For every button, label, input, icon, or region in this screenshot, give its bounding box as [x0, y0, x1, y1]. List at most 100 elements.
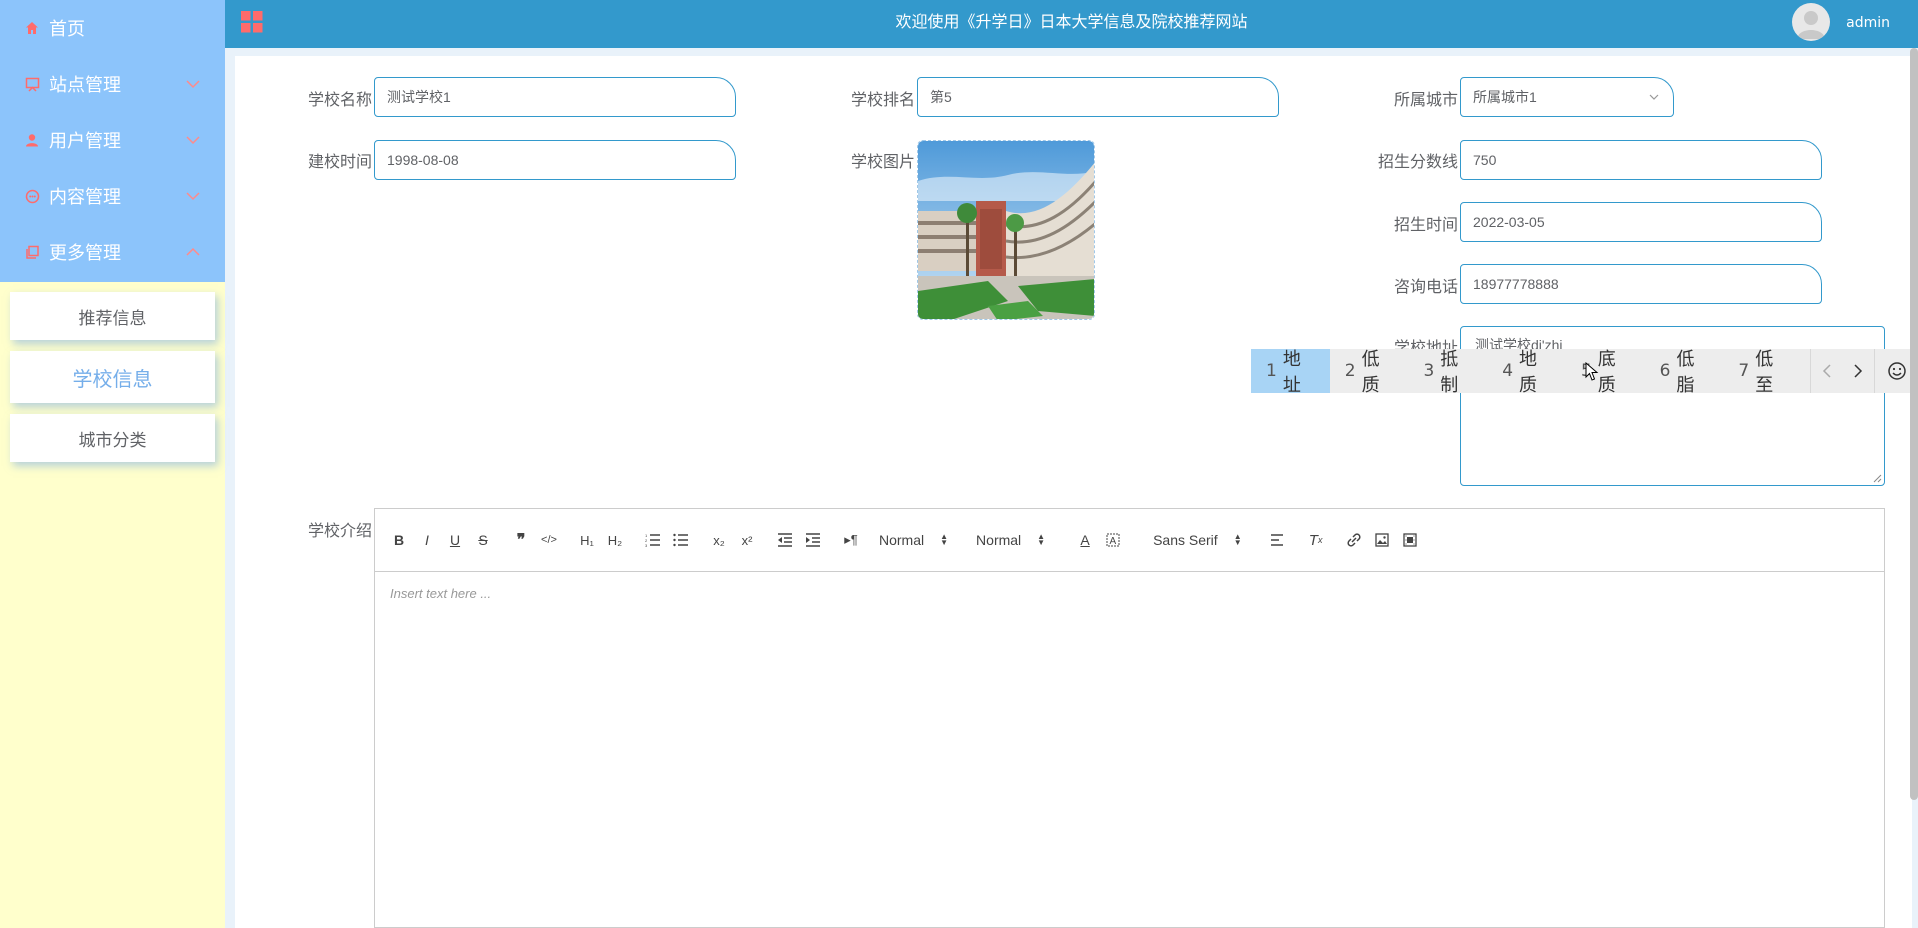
bold-icon[interactable]: B: [385, 528, 413, 552]
clear-format-icon[interactable]: Tx: [1302, 528, 1330, 552]
sidebar-item-label: 站点管理: [49, 75, 121, 96]
chevron-down-icon: [1649, 94, 1659, 100]
ime-candidate[interactable]: 7 低至: [1723, 349, 1802, 396]
sidebar-item-label: 内容管理: [49, 187, 121, 208]
home-icon: [24, 20, 40, 36]
submenu-item-city-category[interactable]: 城市分类: [10, 414, 215, 462]
ime-candidate-number: 7: [1738, 361, 1750, 381]
ime-candidate-text: 低至: [1755, 349, 1774, 396]
editor-content[interactable]: Insert text here ...: [375, 572, 1884, 615]
indent-icon[interactable]: [799, 528, 827, 552]
copy-icon: [24, 244, 40, 260]
submenu-more: 推荐信息 学校信息 城市分类: [0, 282, 225, 462]
resize-handle-icon[interactable]: [1872, 473, 1882, 483]
italic-icon[interactable]: I: [413, 528, 441, 552]
top-header: 欢迎使用《升学日》日本大学信息及院校推荐网站 admin: [225, 0, 1918, 48]
ime-candidate-text: 抵制: [1440, 349, 1459, 396]
mouse-cursor-icon: [1585, 362, 1599, 381]
code-block-icon[interactable]: </>: [535, 528, 563, 552]
ime-next-page-icon[interactable]: [1842, 349, 1874, 393]
blockquote-icon[interactable]: ❞: [507, 528, 535, 552]
background-color-icon[interactable]: A: [1099, 528, 1127, 552]
updown-icon: ▲ ▼: [940, 532, 949, 547]
font-select-value: Sans Serif: [1153, 532, 1218, 548]
school-photo: [918, 141, 1094, 319]
font-color-icon[interactable]: A: [1071, 528, 1099, 552]
ime-prev-page-icon[interactable]: [1810, 349, 1842, 393]
ime-candidate-number: 6: [1659, 361, 1671, 381]
city-select-value: 所属城市1: [1473, 89, 1537, 105]
phone-input[interactable]: 18977778888: [1460, 264, 1822, 304]
ime-candidate[interactable]: 5底质: [1566, 349, 1645, 396]
chevron-down-icon: [186, 80, 200, 89]
superscript-icon[interactable]: x²: [733, 528, 761, 552]
founded-date-input[interactable]: 1998-08-08: [374, 140, 736, 180]
align-icon[interactable]: [1264, 528, 1292, 552]
ime-candidate[interactable]: 4 地质: [1487, 349, 1566, 396]
underline-icon[interactable]: U: [441, 528, 469, 552]
school-image-upload[interactable]: [917, 140, 1095, 320]
heading2-icon[interactable]: H₂: [601, 528, 629, 552]
page-scrollbar[interactable]: [1910, 48, 1918, 800]
ime-candidate[interactable]: 6 低脂: [1645, 349, 1724, 396]
sidebar-item-label: 用户管理: [49, 131, 121, 152]
submenu-item-recommend[interactable]: 推荐信息: [10, 292, 215, 340]
submenu-item-school-info[interactable]: 学校信息: [10, 351, 215, 403]
score-line-label: 招生分数线: [1377, 152, 1458, 171]
updown-icon: ▲ ▼: [1233, 532, 1242, 547]
header-title: 欢迎使用《升学日》日本大学信息及院校推荐网站: [895, 12, 1248, 31]
avatar-user-icon: [1797, 11, 1825, 39]
ime-candidate[interactable]: 2 低质: [1330, 349, 1409, 396]
updown-icon: ▲ ▼: [1037, 532, 1046, 547]
ime-candidate[interactable]: 1 地址: [1251, 349, 1330, 396]
heading1-icon[interactable]: H₁: [573, 528, 601, 552]
sidebar-item-more[interactable]: 更多管理: [0, 224, 225, 280]
header-select-value: Normal: [879, 532, 925, 548]
sidebar-menu: 首页 站点管理 用户管理 内容管理 更多管理: [0, 0, 225, 282]
sidebar: 首页 站点管理 用户管理 内容管理 更多管理 推荐信息 学校信息 城市分类: [0, 0, 225, 928]
ime-candidate-number: 4: [1502, 361, 1514, 381]
score-line-input[interactable]: 750: [1460, 140, 1822, 180]
editor-toolbar: B I U S ❞ </> H₁ H₂ 123 x₂ x² ▸¶ Normal …: [375, 509, 1884, 572]
ime-candidate[interactable]: 3 抵制: [1408, 349, 1487, 396]
founded-label: 建校时间: [307, 152, 372, 171]
header-select[interactable]: Normal ▲ ▼: [879, 532, 948, 548]
ime-candidate-text: 低质: [1361, 349, 1380, 396]
sidebar-item-users[interactable]: 用户管理: [0, 112, 225, 168]
rich-text-editor: B I U S ❞ </> H₁ H₂ 123 x₂ x² ▸¶ Normal …: [374, 508, 1885, 928]
sidebar-item-label: 更多管理: [49, 243, 121, 264]
school-rank-label: 学校排名: [850, 90, 915, 109]
subscript-icon[interactable]: x₂: [705, 528, 733, 552]
size-select[interactable]: Normal ▲ ▼: [976, 532, 1045, 548]
link-icon[interactable]: [1340, 528, 1368, 552]
image-icon[interactable]: [1368, 528, 1396, 552]
chevron-down-icon: [186, 192, 200, 201]
phone-label: 咨询电话: [1393, 277, 1458, 296]
ime-candidate-text: 地址: [1282, 349, 1301, 396]
ordered-list-icon[interactable]: 123: [639, 528, 667, 552]
ime-candidate-number: 1: [1266, 361, 1277, 381]
strike-icon[interactable]: S: [469, 528, 497, 552]
school-name-input[interactable]: 测试学校1: [374, 77, 736, 117]
sidebar-item-content[interactable]: 内容管理: [0, 168, 225, 224]
sidebar-item-home[interactable]: 首页: [0, 0, 225, 56]
text-direction-icon[interactable]: ▸¶: [837, 528, 865, 552]
avatar[interactable]: [1792, 3, 1830, 41]
city-select[interactable]: 所属城市1: [1460, 77, 1674, 117]
enroll-time-input[interactable]: 2022-03-05: [1460, 202, 1822, 242]
monitor-icon: [24, 76, 40, 92]
font-select[interactable]: Sans Serif ▲ ▼: [1153, 532, 1242, 548]
ime-candidate-text: 低脂: [1676, 349, 1695, 396]
ime-candidate-text: 地质: [1519, 349, 1538, 396]
svg-text:3: 3: [645, 543, 648, 547]
username[interactable]: admin: [1846, 0, 1890, 46]
school-rank-input[interactable]: 第5: [917, 77, 1279, 117]
outdent-icon[interactable]: [771, 528, 799, 552]
school-name-label: 学校名称: [307, 90, 372, 109]
content-icon: [24, 188, 40, 204]
video-icon[interactable]: [1396, 528, 1424, 552]
sidebar-item-site[interactable]: 站点管理: [0, 56, 225, 112]
size-select-value: Normal: [976, 532, 1022, 548]
bullet-list-icon[interactable]: [667, 528, 695, 552]
city-label: 所属城市: [1393, 90, 1458, 109]
